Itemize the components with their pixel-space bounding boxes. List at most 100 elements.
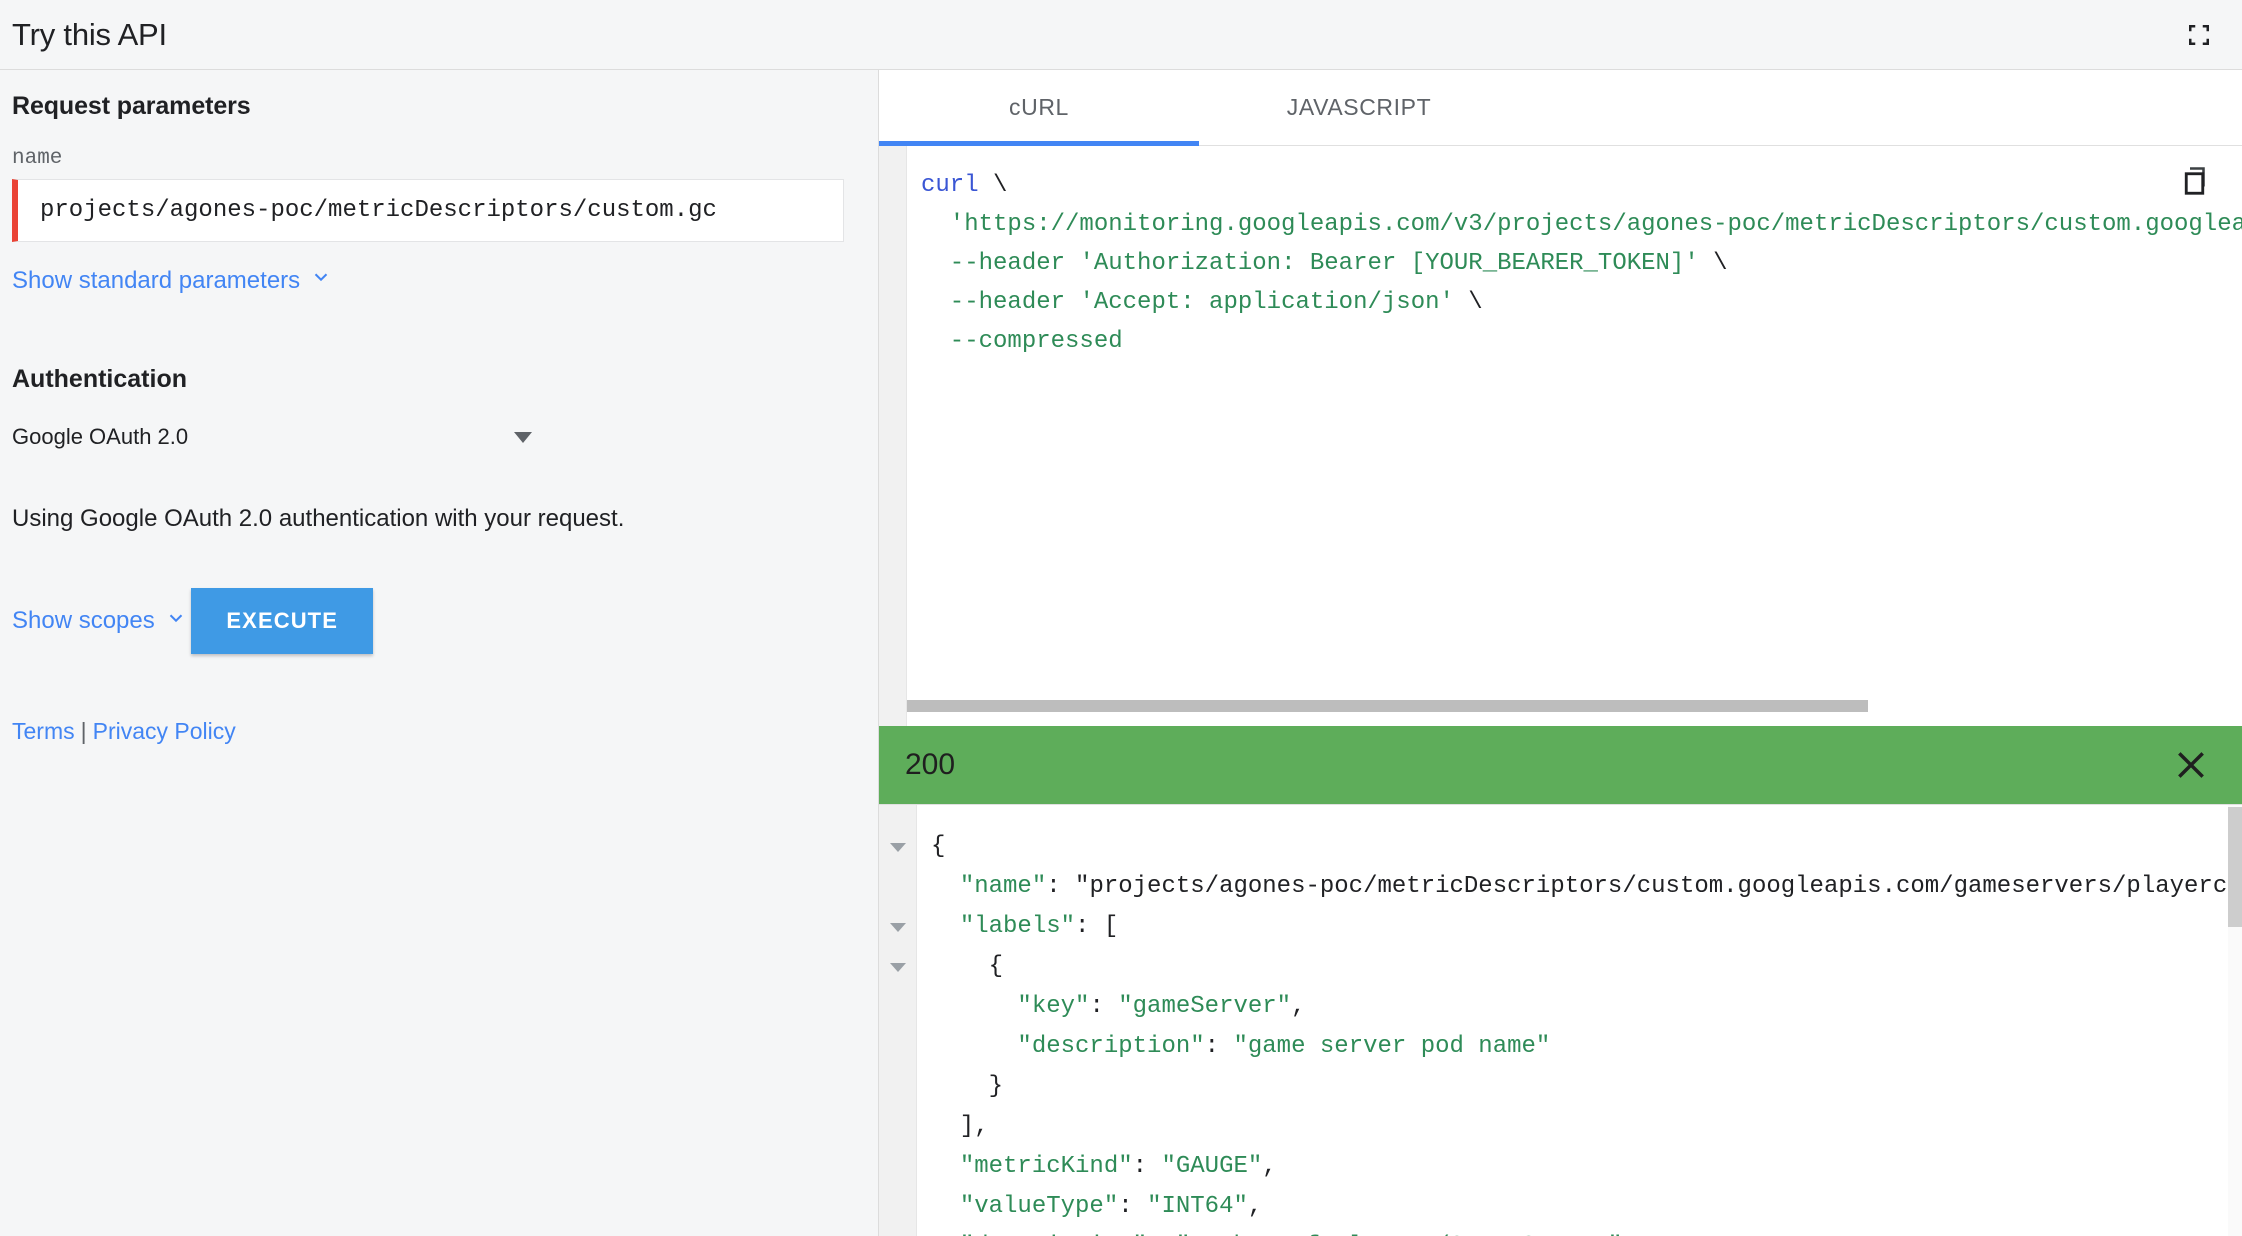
json-line: "name": "projects/agones-poc/metricDescr… — [931, 873, 2242, 900]
json-fold-gutter — [879, 805, 917, 1236]
json-token: "description" — [1017, 1033, 1205, 1060]
legal-separator: | — [80, 718, 87, 744]
collapse-arrows-icon[interactable] — [2182, 18, 2216, 52]
caret-down-icon — [514, 431, 532, 443]
terms-link[interactable]: Terms — [12, 718, 75, 744]
auth-method-select[interactable]: Google OAuth 2.0 — [12, 424, 532, 450]
json-token: ], — [931, 1113, 989, 1140]
json-line: { — [931, 833, 945, 860]
code-token-header2-value: 'Accept: application/json' — [1079, 289, 1454, 316]
legal-links: Terms | Privacy Policy — [12, 718, 856, 745]
page-title: Try this API — [12, 16, 167, 52]
fold-toggle-label-object[interactable] — [879, 947, 916, 987]
triangle-down-icon — [889, 842, 906, 852]
json-line: { — [931, 953, 1003, 980]
code-gutter — [879, 146, 907, 726]
response-body-container: { "name": "projects/agones-poc/metricDes… — [879, 804, 2242, 1236]
code-token-line1-rest: \ — [978, 172, 1008, 199]
json-line: ], — [931, 1113, 989, 1140]
show-scopes-label: Show scopes — [12, 607, 155, 634]
json-token: : — [1089, 993, 1119, 1020]
response-status-bar: 200 — [879, 726, 2242, 804]
triangle-down-icon — [889, 922, 906, 932]
code-and-response: cURL JAVASCRIPT curl \ 'https://monitori… — [879, 70, 2242, 1236]
json-token: : "projects/agones-poc/metricDescriptors… — [1046, 873, 2242, 900]
json-line: "labels": [ — [931, 913, 1118, 940]
json-token: "valueType" — [959, 1193, 1119, 1220]
json-token: : — [1132, 1153, 1162, 1180]
json-response: { "name": "projects/agones-poc/metricDes… — [917, 805, 2242, 1236]
json-token: { — [931, 953, 1004, 980]
json-token: "game server pod name" — [1233, 1033, 1551, 1060]
code-sample-container: curl \ 'https://monitoring.googleapis.co… — [879, 146, 2242, 726]
json-token: : — [1118, 1193, 1148, 1220]
name-input[interactable] — [18, 180, 843, 241]
panel-header: Try this API — [0, 0, 2242, 70]
auth-method-value: Google OAuth 2.0 — [12, 424, 189, 449]
show-scopes-toggle[interactable]: Show scopes — [12, 607, 187, 636]
show-standard-parameters-toggle[interactable]: Show standard parameters — [12, 266, 332, 295]
code-token-url: 'https://monitoring.googleapis.com/v3/pr… — [921, 211, 2242, 238]
code-token-header1-value: 'Authorization: Bearer [YOUR_BEARER_TOKE… — [1079, 250, 1699, 277]
execute-button[interactable]: EXECUTE — [191, 588, 374, 654]
privacy-policy-link[interactable]: Privacy Policy — [93, 718, 236, 744]
json-line: "metricKind": "GAUGE", — [931, 1153, 1277, 1180]
code-token-header2-flag: --header — [921, 289, 1080, 316]
copy-icon[interactable] — [2178, 164, 2218, 204]
code-token-header1-flag: --header — [921, 250, 1080, 277]
json-token: , — [1262, 1153, 1277, 1180]
try-this-api-panel: Try this API Request parameters name Sho… — [0, 0, 2242, 1236]
close-icon[interactable] — [2170, 744, 2212, 786]
code-token-header2-cont: \ — [1453, 289, 1483, 316]
show-standard-parameters-label: Show standard parameters — [12, 266, 301, 294]
json-token: , — [1291, 993, 1306, 1020]
json-token: "name" — [959, 873, 1047, 900]
request-parameters-title: Request parameters — [12, 92, 251, 120]
chevron-down-icon — [165, 607, 187, 636]
triangle-down-icon — [889, 962, 906, 972]
json-token: "GAUGE" — [1161, 1153, 1263, 1180]
json-line: "key": "gameServer", — [931, 993, 1305, 1020]
json-token: : [ — [1075, 913, 1119, 940]
response-vertical-scrollbar[interactable] — [2228, 805, 2242, 1236]
json-token: } — [931, 1073, 1004, 1100]
chevron-down-icon — [310, 266, 332, 295]
json-line: } — [931, 1073, 1003, 1100]
auth-description: Using Google OAuth 2.0 authentication wi… — [12, 505, 625, 532]
code-language-tabs: cURL JAVASCRIPT — [879, 70, 2242, 146]
json-token: , — [1247, 1193, 1263, 1220]
scrollbar-thumb[interactable] — [907, 700, 1869, 712]
scrollbar-thumb[interactable] — [2228, 807, 2242, 927]
request-form: Request parameters name Show standard pa… — [0, 70, 879, 1236]
tab-javascript[interactable]: JAVASCRIPT — [1199, 70, 1519, 145]
json-token: "key" — [1017, 993, 1090, 1020]
code-token-compressed: --compressed — [921, 328, 1123, 355]
json-token: { — [931, 833, 946, 860]
code-token-header1-cont: \ — [1698, 250, 1728, 277]
panel-body: Request parameters name Show standard pa… — [0, 70, 2242, 1236]
json-token: "INT64" — [1147, 1193, 1248, 1220]
authentication-title: Authentication — [12, 365, 187, 393]
json-token: : — [1204, 1033, 1234, 1060]
tab-curl[interactable]: cURL — [879, 70, 1199, 146]
fold-toggle-root[interactable] — [879, 827, 916, 867]
status-code: 200 — [905, 748, 956, 781]
json-token: "labels" — [959, 913, 1076, 940]
code-horizontal-scrollbar[interactable] — [907, 700, 2242, 712]
param-name-field[interactable] — [12, 179, 844, 242]
json-token: "gameServer" — [1118, 993, 1292, 1020]
json-line: "description": "game server pod name" — [931, 1033, 1550, 1060]
json-line: "valueType": "INT64", — [931, 1193, 1262, 1220]
fold-toggle-labels[interactable] — [879, 907, 916, 947]
code-token-curl: curl — [921, 172, 979, 199]
curl-code-block: curl \ 'https://monitoring.googleapis.co… — [907, 146, 2242, 726]
param-name-label: name — [12, 147, 63, 170]
json-token: "metricKind" — [959, 1153, 1133, 1180]
